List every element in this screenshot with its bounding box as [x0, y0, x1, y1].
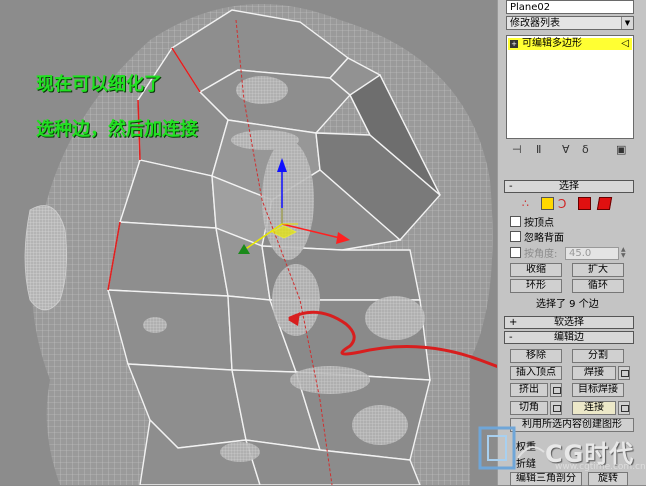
poly-icon: ◁	[621, 38, 629, 49]
stack-item-label: 可编辑多边形	[522, 38, 582, 49]
watermark-site: www.cgtime.com.cn	[555, 462, 646, 472]
remove-modifier-icon[interactable]: δ	[582, 143, 589, 156]
vertex-select-icon[interactable]: ∴	[522, 197, 535, 210]
target-weld-button[interactable]: 目标焊接	[572, 383, 624, 397]
angle-spinner[interactable]: 45.0	[565, 247, 619, 260]
chamfer-settings-icon[interactable]	[550, 401, 562, 415]
perspective-viewport[interactable]: 现在可以细化了 选种边，然后加连接	[0, 0, 497, 485]
polygon-select-icon[interactable]	[578, 197, 591, 210]
show-end-result-icon[interactable]: Ⅱ	[536, 143, 541, 156]
modifier-list-dropdown[interactable]: 修改器列表 ▼	[506, 16, 634, 30]
chevron-down-icon: ▼	[621, 17, 633, 29]
stack-item-editable-poly[interactable]: + 可编辑多边形 ◁	[508, 38, 632, 50]
selection-rollout-header[interactable]: - 选择	[504, 180, 634, 193]
weld-button[interactable]: 焊接	[572, 366, 616, 380]
split-button[interactable]: 分割	[572, 349, 624, 363]
remove-button[interactable]: 移除	[510, 349, 562, 363]
edit-edges-rollout-header[interactable]: - 编辑边	[504, 331, 634, 344]
pin-stack-icon[interactable]: ⊣	[512, 143, 522, 156]
connect-button[interactable]: 连接	[572, 401, 616, 415]
ring-button[interactable]: 环形	[510, 279, 562, 293]
spinner-arrows-icon[interactable]: ▲ ▼	[621, 247, 628, 260]
element-select-icon[interactable]	[596, 197, 613, 210]
shrink-button[interactable]: 收缩	[510, 263, 562, 277]
extrude-button[interactable]: 挤出	[510, 383, 548, 397]
expand-icon[interactable]: +	[510, 40, 518, 48]
selection-status: 选择了 9 个边	[536, 299, 599, 310]
modifier-list-label: 修改器列表	[510, 18, 560, 29]
by-vertex-checkbox[interactable]: 按顶点	[510, 216, 554, 230]
make-unique-icon[interactable]: ∀	[562, 143, 570, 156]
annotation-line-1: 现在可以细化了	[36, 74, 162, 95]
stack-toolbar: ⊣ Ⅱ ∀ δ ▣	[506, 143, 634, 159]
annotation-line-2: 选种边，然后加连接	[36, 119, 198, 140]
border-select-icon[interactable]: Ɔ	[558, 197, 571, 211]
soft-selection-rollout-header[interactable]: + 软选择	[504, 316, 634, 329]
object-name-field[interactable]: Plane02	[506, 0, 634, 14]
extrude-settings-icon[interactable]	[550, 383, 562, 397]
insert-vertex-button[interactable]: 插入顶点	[510, 366, 562, 380]
loop-button[interactable]: 循环	[572, 279, 624, 293]
by-angle-checkbox[interactable]: 按角度:	[510, 247, 557, 261]
command-panel: Plane02 修改器列表 ▼ + 可编辑多边形 ◁ ⊣ Ⅱ ∀ δ ▣ - 选择 …	[497, 0, 646, 486]
modifier-stack[interactable]: + 可编辑多边形 ◁	[506, 35, 634, 139]
chamfer-button[interactable]: 切角	[510, 401, 548, 415]
connect-settings-icon[interactable]	[618, 401, 630, 415]
grow-button[interactable]: 扩大	[572, 263, 624, 277]
edge-select-icon[interactable]	[541, 197, 554, 210]
ignore-backfacing-checkbox[interactable]: 忽略背面	[510, 231, 564, 245]
weld-settings-icon[interactable]	[618, 366, 630, 380]
configure-sets-icon[interactable]: ▣	[616, 143, 626, 156]
